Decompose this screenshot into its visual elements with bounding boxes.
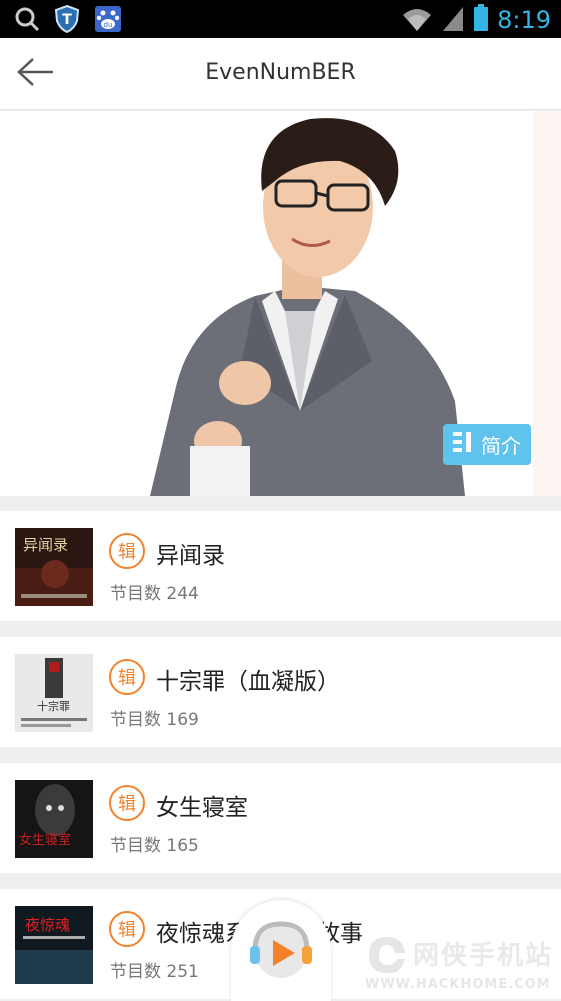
top-app-bar: EvenNumBER bbox=[0, 38, 561, 110]
page-title: EvenNumBER bbox=[205, 60, 356, 85]
album-title: 十宗罪（血凝版） bbox=[156, 669, 340, 695]
album-cover-text: 异闻录 bbox=[23, 536, 68, 554]
search-icon bbox=[14, 6, 40, 36]
shield-t-icon: T bbox=[54, 4, 80, 37]
signal-icon bbox=[441, 5, 465, 35]
album-episode-count: 节目数 169 bbox=[110, 710, 199, 730]
album-tag: 辑 bbox=[109, 785, 145, 821]
album-cover-text: 十宗罪 bbox=[37, 699, 70, 713]
album-cover: 异闻录 bbox=[15, 528, 93, 606]
status-bar: T du 8:19 bbox=[0, 0, 561, 38]
svg-text:T: T bbox=[62, 12, 72, 28]
intro-button[interactable]: 简介 bbox=[443, 424, 531, 465]
album-episode-count: 节目数 251 bbox=[110, 962, 199, 982]
album-cover: 夜惊魂 bbox=[15, 906, 93, 984]
album-episode-count: 节目数 244 bbox=[110, 584, 199, 604]
album-cover: 十宗罪 bbox=[15, 654, 93, 732]
album-title: 女生寝室 bbox=[156, 795, 248, 821]
mini-player-button[interactable] bbox=[231, 900, 331, 1001]
album-item[interactable]: 十宗罪 辑 十宗罪（血凝版） 节目数 169 bbox=[0, 637, 561, 747]
list-icon bbox=[453, 432, 475, 457]
album-cover-text: 女生寝室 bbox=[19, 832, 71, 848]
battery-icon bbox=[473, 4, 489, 36]
play-icon bbox=[244, 912, 318, 990]
album-episode-count: 节目数 165 bbox=[110, 836, 199, 856]
album-cover-text: 夜惊魂 bbox=[25, 916, 70, 934]
intro-button-label: 简介 bbox=[481, 434, 521, 458]
portrait-edge bbox=[533, 111, 561, 496]
watermark-text: 网侠手机站 bbox=[413, 941, 554, 971]
album-tag: 辑 bbox=[109, 659, 145, 695]
watermark-url: WWW.HACKHOME.COM bbox=[365, 977, 551, 992]
status-time: 8:19 bbox=[497, 6, 551, 34]
album-item[interactable]: 女生寝室 辑 女生寝室 节目数 165 bbox=[0, 763, 561, 873]
album-item[interactable]: 异闻录 辑 异闻录 节目数 244 bbox=[0, 511, 561, 621]
album-tag: 辑 bbox=[109, 911, 145, 947]
svg-text:du: du bbox=[104, 21, 113, 29]
album-cover: 女生寝室 bbox=[15, 780, 93, 858]
watermark: 网侠手机站 WWW.HACKHOME.COM bbox=[365, 933, 555, 997]
album-title: 异闻录 bbox=[156, 543, 225, 569]
album-tag: 辑 bbox=[109, 533, 145, 569]
watermark-logo-icon bbox=[369, 937, 405, 974]
baidu-paw-icon: du bbox=[94, 5, 122, 37]
wifi-icon bbox=[401, 5, 433, 35]
